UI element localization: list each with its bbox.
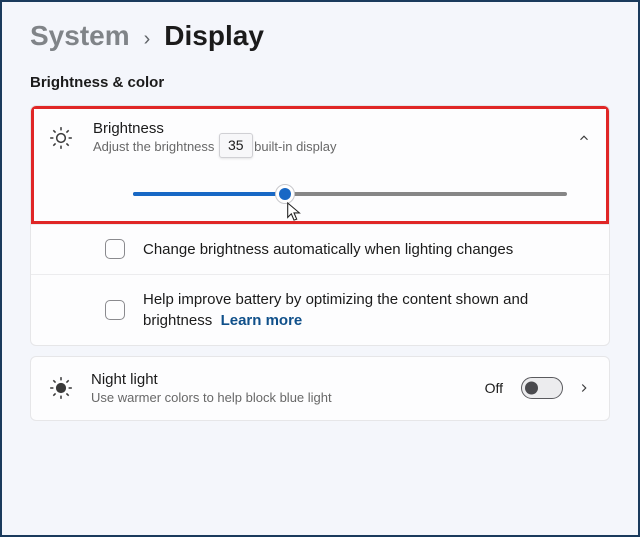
- breadcrumb-current: Display: [164, 20, 264, 52]
- night-light-toggle[interactable]: [521, 377, 563, 399]
- battery-optimize-checkbox[interactable]: [105, 300, 125, 320]
- breadcrumb-parent[interactable]: System: [30, 20, 130, 52]
- sun-icon: [48, 125, 74, 151]
- night-light-icon: [48, 375, 74, 401]
- night-light-title: Night light: [91, 371, 471, 388]
- breadcrumb-separator: ›: [144, 28, 151, 51]
- chevron-up-icon[interactable]: [577, 131, 591, 145]
- cursor-icon: [285, 201, 303, 223]
- auto-brightness-checkbox[interactable]: [105, 239, 125, 259]
- brightness-icon-slot: [45, 125, 77, 151]
- brightness-slider[interactable]: [133, 192, 567, 196]
- auto-brightness-label: Change brightness automatically when lig…: [143, 239, 591, 260]
- night-light-row[interactable]: Night light Use warmer colors to help bl…: [31, 357, 609, 421]
- brightness-row: Brightness Adjust the brightness 35 buil…: [31, 106, 609, 225]
- brightness-subtitle: Adjust the brightness 35 built-in displa…: [93, 138, 561, 156]
- slider-thumb[interactable]: [275, 184, 295, 204]
- breadcrumb: System › Display: [30, 20, 610, 52]
- section-title: Brightness & color: [30, 74, 610, 91]
- battery-optimize-row: Help improve battery by optimizing the c…: [31, 275, 609, 345]
- battery-optimize-label: Help improve battery by optimizing the c…: [143, 289, 591, 331]
- chevron-right-icon[interactable]: [577, 381, 591, 395]
- brightness-value-tooltip: 35: [219, 133, 253, 158]
- night-light-icon-slot: [45, 375, 77, 401]
- brightness-title: Brightness: [93, 120, 561, 137]
- auto-brightness-row: Change brightness automatically when lig…: [31, 225, 609, 275]
- brightness-group: Brightness Adjust the brightness 35 buil…: [30, 105, 610, 346]
- night-light-group: Night light Use warmer colors to help bl…: [30, 356, 610, 422]
- night-light-state: Off: [485, 380, 503, 396]
- night-light-subtitle: Use warmer colors to help block blue lig…: [91, 389, 471, 407]
- learn-more-link[interactable]: Learn more: [221, 312, 303, 329]
